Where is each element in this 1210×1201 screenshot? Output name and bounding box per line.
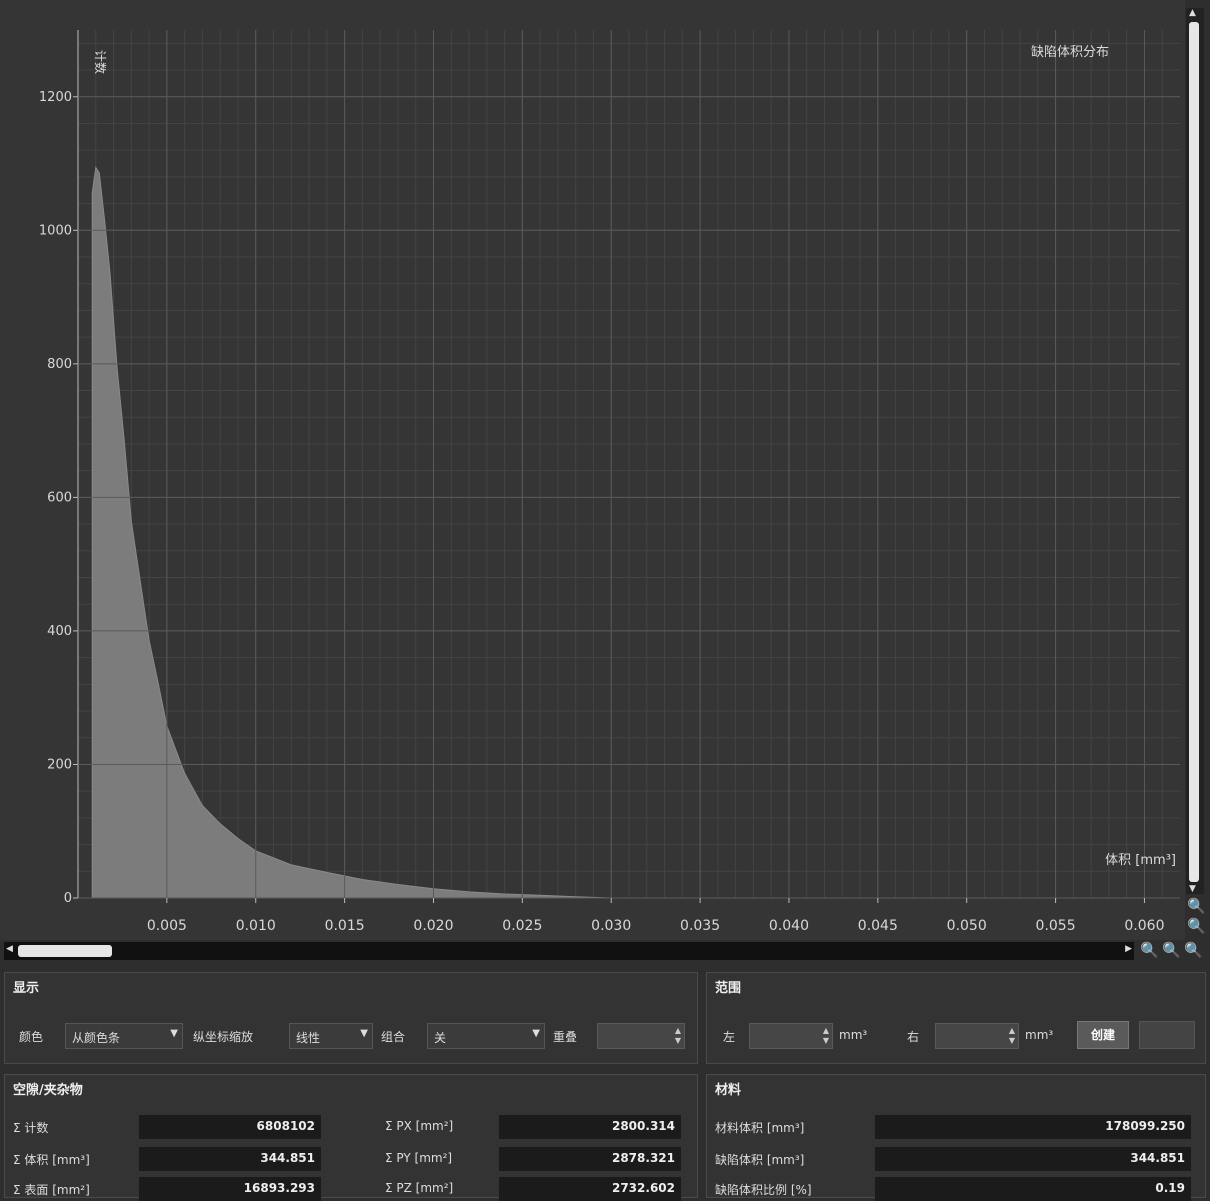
yscale-dropdown[interactable]: 线性 ▼ xyxy=(289,1023,373,1049)
voids-panel: 空隙/夹杂物 Σ 计数 6808102 Σ PX [mm²] 2800.314 … xyxy=(4,1074,698,1201)
x-tick-label: 0.045 xyxy=(858,918,898,934)
combine-label: 组合 xyxy=(381,1030,406,1044)
spin-arrows-icon[interactable]: ▲ ▼ xyxy=(675,1026,681,1046)
x-axis-label: 体积 [mm³] xyxy=(1105,853,1176,868)
color-dropdown-value: 从颜色条 xyxy=(72,1031,121,1045)
x-tick-label: 0.050 xyxy=(947,918,987,934)
x-tick-label: 0.005 xyxy=(147,918,187,934)
chevron-down-icon: ▼ xyxy=(360,1028,368,1039)
range-left-spinbox[interactable]: ▲ ▼ xyxy=(749,1023,833,1049)
x-tick-label: 0.010 xyxy=(236,918,276,934)
void-surface-label: Σ 表面 [mm²] xyxy=(13,1183,90,1197)
vertical-scroll-thumb[interactable] xyxy=(1189,22,1199,882)
overlap-spinbox[interactable]: ▲ ▼ xyxy=(597,1023,685,1049)
x-tick-label: 0.030 xyxy=(591,918,631,934)
range-right-label: 右 xyxy=(907,1030,920,1044)
defect-volume-value: 344.851 xyxy=(875,1147,1191,1171)
combine-dropdown-value: 关 xyxy=(434,1031,447,1045)
void-count-value: 6808102 xyxy=(139,1115,321,1139)
spin-arrows-icon[interactable]: ▲ ▼ xyxy=(1009,1026,1015,1046)
chevron-down-icon: ▼ xyxy=(532,1028,540,1039)
x-tick-label: 0.040 xyxy=(769,918,809,934)
spin-arrows-icon[interactable]: ▲ ▼ xyxy=(823,1026,829,1046)
y-tick-label: 400 xyxy=(47,624,72,639)
material-panel: 材料 材料体积 [mm³] 178099.250 缺陷体积 [mm³] 344.… xyxy=(706,1074,1206,1201)
range-right-unit: mm³ xyxy=(1025,1028,1054,1042)
material-panel-title: 材料 xyxy=(715,1083,742,1098)
x-tick-label: 0.025 xyxy=(502,918,542,934)
px-label: Σ PX [mm²] xyxy=(385,1119,454,1133)
defect-ratio-label: 缺陷体积比例 [%] xyxy=(715,1183,812,1197)
scroll-left-icon[interactable]: ◀ xyxy=(6,944,13,954)
x-tick-label: 0.035 xyxy=(680,918,720,934)
chevron-down-icon: ▼ xyxy=(170,1028,178,1039)
horizontal-scroll-thumb[interactable] xyxy=(18,945,112,957)
create-button[interactable]: 创建 xyxy=(1077,1021,1129,1049)
py-value: 2878.321 xyxy=(499,1147,681,1171)
defect-volume-label: 缺陷体积 [mm³] xyxy=(715,1153,805,1167)
zoom-out-icon[interactable]: 🔍 xyxy=(1162,942,1181,958)
y-tick-label: 800 xyxy=(47,357,72,372)
zoom-reset-icon[interactable]: 🔍 xyxy=(1184,942,1203,958)
range-left-unit: mm³ xyxy=(839,1028,868,1042)
x-tick-label: 0.020 xyxy=(413,918,453,934)
secondary-button[interactable] xyxy=(1139,1021,1195,1049)
x-tick-label: 0.060 xyxy=(1124,918,1164,934)
display-panel-title: 显示 xyxy=(13,981,40,996)
histogram-chart: 0 200 400 600 800 1000 1200 0.005 0.010 0.015 0.0… xyxy=(0,0,1185,940)
voids-panel-title: 空隙/夹杂物 xyxy=(13,1083,83,1098)
color-dropdown[interactable]: 从颜色条 ▼ xyxy=(65,1023,183,1049)
horizontal-scrollbar[interactable]: ◀ ▶ xyxy=(4,942,1134,960)
defect-ratio-value: 0.19 xyxy=(875,1177,1191,1201)
x-tick-label: 0.055 xyxy=(1036,918,1076,934)
y-tick-label: 200 xyxy=(47,757,72,772)
void-surface-value: 16893.293 xyxy=(139,1177,321,1201)
px-value: 2800.314 xyxy=(499,1115,681,1139)
yscale-dropdown-value: 线性 xyxy=(296,1031,321,1045)
scroll-down-icon[interactable]: ▼ xyxy=(1189,884,1196,894)
zoom-in-icon[interactable]: 🔍 xyxy=(1140,942,1159,958)
y-tick-label: 1000 xyxy=(39,223,72,238)
combine-dropdown[interactable]: 关 ▼ xyxy=(427,1023,545,1049)
scroll-right-icon[interactable]: ▶ xyxy=(1125,944,1132,954)
color-label: 颜色 xyxy=(19,1030,44,1044)
zoom-out-vertical-icon[interactable]: 🔍 xyxy=(1187,918,1206,934)
void-volume-value: 344.851 xyxy=(139,1147,321,1171)
yscale-label: 纵坐标缩放 xyxy=(193,1030,254,1044)
range-right-spinbox[interactable]: ▲ ▼ xyxy=(935,1023,1019,1049)
y-axis-label: 计数 xyxy=(93,50,108,74)
vertical-scrollbar[interactable]: ▲ ▼ xyxy=(1186,8,1204,894)
range-left-label: 左 xyxy=(723,1030,736,1044)
void-volume-label: Σ 体积 [mm³] xyxy=(13,1153,90,1167)
scroll-up-icon[interactable]: ▲ xyxy=(1189,8,1196,18)
display-panel: 显示 颜色 从颜色条 ▼ 纵坐标缩放 线性 ▼ 组合 关 ▼ 重叠 ▲ ▼ xyxy=(4,972,698,1064)
range-panel: 范围 左 ▲ ▼ mm³ 右 ▲ ▼ mm³ 创建 xyxy=(706,972,1206,1064)
py-label: Σ PY [mm²] xyxy=(385,1151,453,1165)
pz-value: 2732.602 xyxy=(499,1177,681,1201)
void-count-label: Σ 计数 xyxy=(13,1121,49,1135)
y-tick-label: 1200 xyxy=(39,90,72,105)
zoom-in-vertical-icon[interactable]: 🔍 xyxy=(1187,898,1206,914)
chart-title: 缺陷体积分布 xyxy=(1031,45,1109,60)
material-volume-label: 材料体积 [mm³] xyxy=(715,1121,805,1135)
y-tick-label: 0 xyxy=(64,891,72,906)
y-tick-label: 600 xyxy=(47,490,72,505)
material-volume-value: 178099.250 xyxy=(875,1115,1191,1139)
x-tick-label: 0.015 xyxy=(325,918,365,934)
overlap-label: 重叠 xyxy=(553,1030,578,1044)
range-panel-title: 范围 xyxy=(715,981,742,996)
pz-label: Σ PZ [mm²] xyxy=(385,1181,454,1195)
